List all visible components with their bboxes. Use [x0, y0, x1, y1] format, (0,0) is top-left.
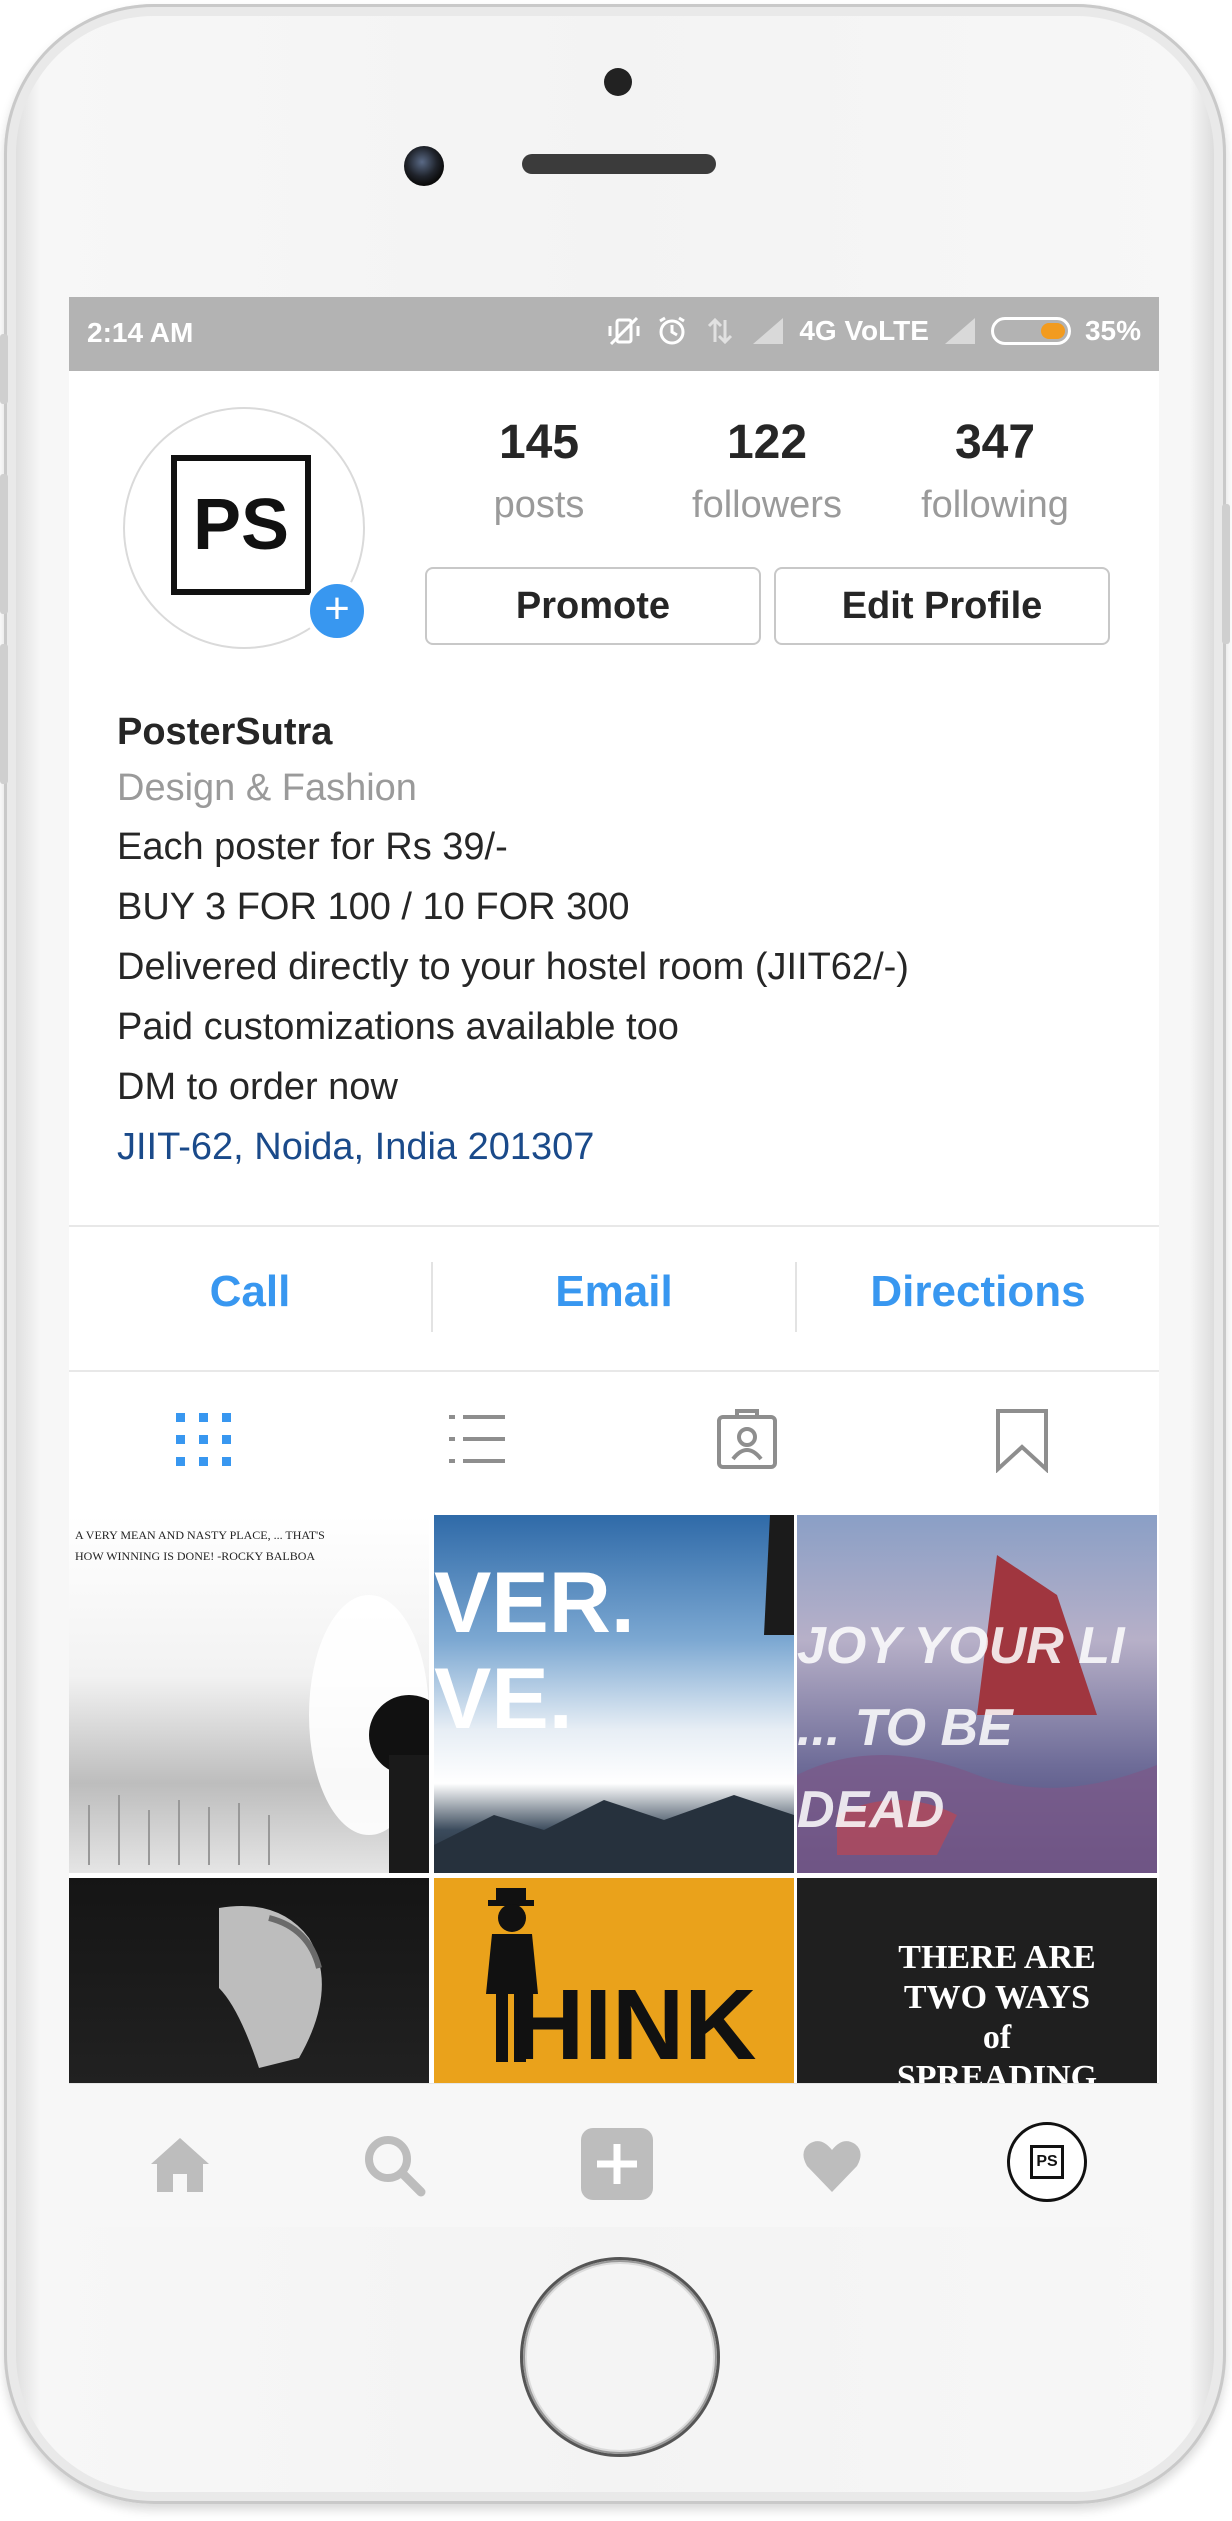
battery-fill: [1040, 323, 1065, 339]
bio-line: BUY 3 FOR 100 / 10 FOR 300: [117, 886, 630, 928]
status-time: 2:14 AM: [87, 317, 194, 348]
stat-value: 347: [954, 416, 1036, 469]
profile-icon[interactable]: PS: [1007, 2122, 1087, 2202]
stat-followers[interactable]: 122 followers: [667, 415, 867, 527]
profile-icon-text: PS: [1036, 2153, 1058, 2170]
bio-line: DM to order now: [117, 1066, 398, 1108]
battery-percent: 35%: [1084, 315, 1141, 346]
power-button: [1222, 504, 1230, 644]
list-icon[interactable]: [447, 1407, 507, 1473]
call-button[interactable]: Call: [69, 1267, 431, 1317]
tagged-icon[interactable]: [717, 1407, 777, 1473]
bio-line: Delivered directly to your hostel room (…: [117, 946, 909, 988]
stat-label: following: [921, 484, 1069, 526]
volume-down-button: [0, 644, 8, 784]
post-image: [88, 1595, 429, 1873]
stat-label: posts: [493, 484, 585, 526]
front-camera: [404, 146, 444, 186]
bio-line: Paid customizations available too: [117, 1006, 679, 1048]
directions-button[interactable]: Directions: [797, 1267, 1159, 1317]
bio-line: Each poster for Rs 39/-: [117, 826, 508, 868]
stat-value: 122: [726, 416, 808, 469]
profile-name: PosterSutra: [117, 711, 333, 753]
alarm-icon: [659, 316, 686, 345]
profile-category: Design & Fashion: [117, 767, 417, 809]
saved-icon[interactable]: [992, 1407, 1052, 1473]
status-icons: 4G VoLTE 35%: [607, 315, 1141, 347]
edit-profile-button[interactable]: Edit Profile: [774, 567, 1110, 645]
divider: [69, 1225, 1159, 1227]
post-thumbnail[interactable]: A VERY MEAN AND NASTY PLACE, ... THAT'S …: [69, 1515, 429, 1873]
volume-up-button: [0, 474, 8, 614]
data-arrows-icon: [708, 317, 733, 345]
post-thumbnail[interactable]: VER. VE.: [434, 1515, 794, 1873]
add-post-icon[interactable]: [579, 2126, 655, 2202]
home-button[interactable]: [520, 2257, 720, 2457]
status-bar: 2:14 AM 4G VoLTE 35%: [69, 297, 1159, 371]
promote-button[interactable]: Promote: [425, 567, 761, 645]
post-image: [434, 1515, 794, 1873]
mute-switch: [0, 334, 8, 404]
home-icon[interactable]: [147, 2132, 213, 2198]
grid-icon[interactable]: [174, 1407, 234, 1473]
location-link[interactable]: JIIT-62, Noida, India 201307: [117, 1117, 1117, 1177]
divider: [69, 1370, 1159, 1372]
stat-value: 145: [498, 416, 580, 469]
app-screen: 2:14 AM 4G VoLTE 35% PS + 145 posts 122 …: [69, 297, 1159, 2227]
network-label: 4G VoLTE: [799, 315, 929, 346]
avatar-logo-text: PS: [192, 485, 290, 565]
signal-icon-2: [944, 318, 975, 344]
battery-icon: [990, 317, 1071, 345]
earpiece-speaker: [522, 154, 716, 174]
bottom-nav: PS: [69, 2083, 1159, 2227]
stat-label: followers: [692, 484, 842, 526]
signal-icon: [753, 318, 784, 344]
search-icon[interactable]: [361, 2132, 427, 2198]
vibrate-off-icon: [608, 316, 640, 346]
post-caption: HINK: [512, 1969, 757, 2081]
activity-icon[interactable]: [799, 2132, 865, 2198]
stat-following[interactable]: 347 following: [895, 415, 1095, 527]
profile-bio: PosterSutra Design & Fashion Each poster…: [117, 705, 1117, 1177]
add-story-icon[interactable]: +: [305, 579, 369, 643]
post-thumbnail[interactable]: JOY YOUR LI ... TO BE DEAD: [797, 1515, 1157, 1873]
avatar-logo: PS: [171, 455, 311, 595]
profile-icon-logo: PS: [1030, 2145, 1064, 2179]
stat-posts[interactable]: 145 posts: [439, 415, 639, 527]
email-button[interactable]: Email: [433, 1267, 795, 1317]
post-caption: JOY YOUR LI ... TO BE DEAD: [797, 1617, 1125, 1839]
proximity-sensor: [604, 68, 632, 96]
